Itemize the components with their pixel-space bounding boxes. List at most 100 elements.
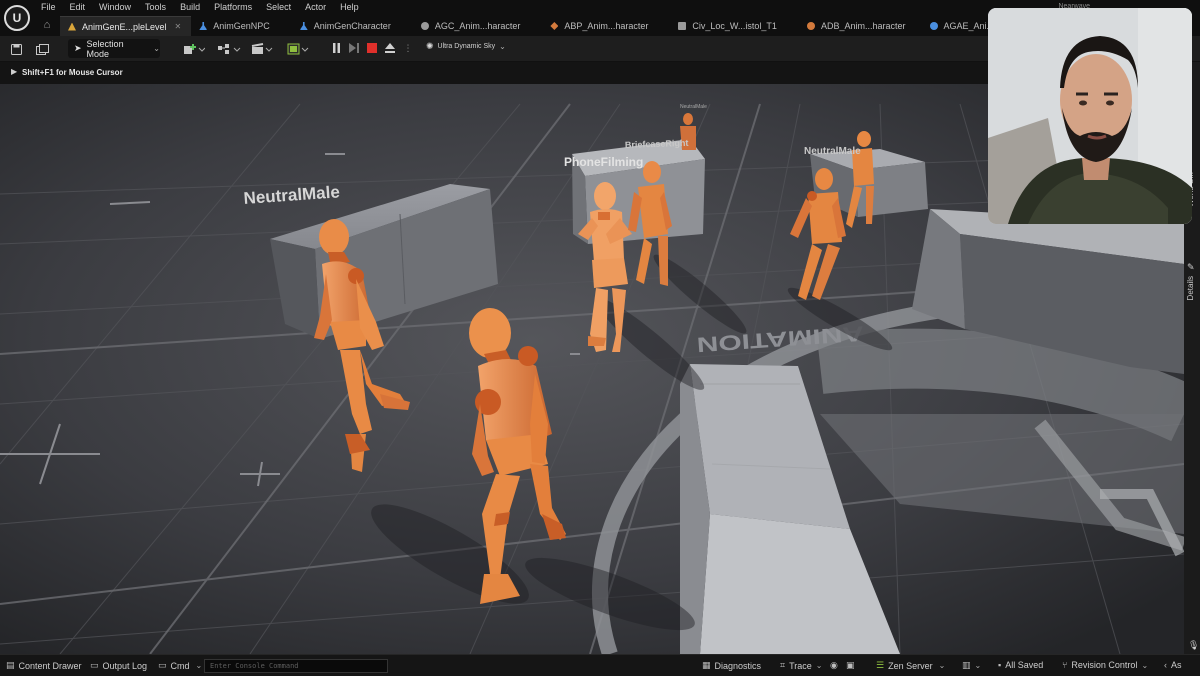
- expand-arrow-icon[interactable]: ▶: [11, 67, 17, 76]
- chevron-down-icon: ⌄: [499, 42, 506, 51]
- all-saved-button[interactable]: ▪ All Saved: [998, 660, 1043, 670]
- tab-label: AnimGenE...pleLevel: [82, 21, 167, 32]
- pencil-icon[interactable]: ✎: [1187, 262, 1195, 273]
- mode-label: Selection Mode: [86, 38, 124, 59]
- ultra-dynamic-sky-button[interactable]: ✺ Ultra Dynamic Sky ⌄: [426, 41, 506, 52]
- revision-control-label: Revision Control: [1071, 660, 1138, 670]
- tab-details[interactable]: Details: [1186, 276, 1195, 300]
- console-input[interactable]: [204, 659, 388, 673]
- tab-level[interactable]: AnimGenE...pleLevel ✕: [60, 16, 192, 36]
- add-actor-icon[interactable]: [182, 40, 206, 58]
- tab-animgen-npc[interactable]: AnimGenNPC: [191, 16, 280, 36]
- revision-control-dropdown[interactable]: ⑂ Revision Control ⌄: [1062, 660, 1148, 670]
- sun-icon: ✺: [426, 41, 434, 51]
- tab-label: ADB_Anim...haracter: [820, 21, 906, 31]
- tab-agc-anim[interactable]: AGC_Anim...haracter: [413, 16, 531, 36]
- revision-control-icon: ⑂: [1062, 660, 1068, 670]
- blueprint-icon: [299, 22, 308, 30]
- drawer-icon: ▤: [6, 660, 15, 670]
- document-tabs: ⌂ AnimGenE...pleLevel ✕ AnimGenNPC AnimG…: [34, 14, 1044, 36]
- animation-icon: [678, 22, 687, 30]
- webcam-feed: [988, 8, 1192, 224]
- diagnostics-button[interactable]: ▦ Diagnostics: [702, 660, 761, 671]
- selection-mode-dropdown[interactable]: ➤ Selection Mode ⌄: [68, 38, 160, 59]
- play-controls: ⋮: [328, 39, 416, 59]
- screenshot-button[interactable]: ▣: [846, 660, 859, 671]
- chevron-down-icon: ⌄: [153, 44, 160, 53]
- menu-edit[interactable]: Edit: [63, 0, 93, 14]
- home-icon[interactable]: ⌂: [34, 14, 60, 36]
- cmd-label: Cmd: [170, 660, 190, 671]
- label-neutralmale-far: NeutralMale: [680, 104, 707, 110]
- menu-file[interactable]: File: [34, 0, 63, 14]
- record-button[interactable]: ◉: [830, 660, 842, 671]
- level-icon: [68, 22, 76, 31]
- asset-icon: [420, 22, 429, 30]
- zen-icon: ☰: [876, 660, 885, 670]
- assistant-label: As: [1171, 660, 1182, 670]
- content-browser-icon[interactable]: [34, 40, 50, 58]
- tab-animgen-character[interactable]: AnimGenCharacter: [292, 16, 401, 36]
- log-icon: ▭: [90, 660, 99, 670]
- blueprint-icon: [199, 22, 208, 30]
- diagnostics-icon: ▦: [702, 660, 711, 670]
- menu-actor[interactable]: Actor: [298, 0, 333, 14]
- mouse-cursor-hint: Shift+F1 for Mouse Cursor: [22, 68, 123, 77]
- chevron-down-icon: ⌄: [815, 661, 823, 670]
- menu-window[interactable]: Window: [92, 0, 138, 14]
- unreal-logo-icon[interactable]: U: [4, 5, 30, 31]
- menu-select[interactable]: Select: [259, 0, 298, 14]
- content-drawer-button[interactable]: ▤ Content Drawer: [6, 660, 82, 671]
- cmd-dropdown[interactable]: ▭ Cmd ⌄: [158, 660, 202, 671]
- label-neutralmale-right: NeutralMale: [804, 146, 861, 157]
- terminal-icon: ▭: [158, 660, 167, 670]
- platforms-icon[interactable]: [286, 40, 310, 58]
- menu-build[interactable]: Build: [173, 0, 207, 14]
- tab-abp-anim[interactable]: ABP_Anim...haracter: [542, 16, 658, 36]
- chevron-down-icon: ⌄: [938, 661, 946, 670]
- zen-server-dropdown[interactable]: ☰ Zen Server ⌄: [876, 660, 945, 671]
- assistant-button[interactable]: ‹ As: [1164, 660, 1182, 670]
- blueprint-menu-icon[interactable]: [216, 40, 242, 58]
- sky-label: Ultra Dynamic Sky: [437, 43, 496, 50]
- output-log-button[interactable]: ▭ Output Log: [90, 660, 147, 671]
- diagnostics-label: Diagnostics: [714, 660, 762, 671]
- stats-icon: ▥: [962, 660, 971, 670]
- label-phonefilming: PhoneFilming: [564, 155, 643, 169]
- source-control-stats-button[interactable]: ▥ ⌄: [962, 660, 981, 671]
- more-options-icon[interactable]: ⋮: [400, 39, 416, 57]
- chevron-down-icon: ⌄: [974, 661, 982, 670]
- content-drawer-label: Content Drawer: [18, 660, 82, 671]
- menu-tools[interactable]: Tools: [138, 0, 173, 14]
- anim-blueprint-icon: [550, 22, 559, 30]
- output-log-label: Output Log: [102, 660, 148, 671]
- step-forward-icon[interactable]: [346, 39, 362, 57]
- asset-icon: [929, 22, 938, 30]
- trace-dropdown[interactable]: ⌗ Trace ⌄: [780, 660, 822, 671]
- webcam-overlay: [988, 8, 1192, 224]
- tab-label: Civ_Loc_W...istol_T1: [692, 21, 777, 31]
- menu-help[interactable]: Help: [333, 0, 366, 14]
- tab-adb-anim[interactable]: ADB_Anim...haracter: [799, 16, 916, 36]
- status-bar: ▤ Content Drawer ▭ Output Log ▭ Cmd ⌄ ▦ …: [0, 654, 1200, 676]
- save-icon: ▪: [998, 660, 1002, 670]
- pause-icon[interactable]: [328, 39, 344, 57]
- tab-label: AGC_Anim...haracter: [434, 21, 521, 31]
- eject-icon[interactable]: [382, 39, 398, 57]
- chevron-down-icon: ⌄: [1141, 660, 1149, 670]
- chevron-down-icon: ⌄: [195, 661, 203, 670]
- menu-platforms[interactable]: Platforms: [207, 0, 259, 14]
- tab-label: AnimGenCharacter: [313, 21, 391, 31]
- trace-label: Trace: [789, 660, 812, 671]
- microphone-icon[interactable]: 🎙: [1188, 640, 1199, 651]
- close-icon[interactable]: ✕: [175, 22, 182, 31]
- camera-icon: ▣: [846, 660, 855, 670]
- all-saved-label: All Saved: [1005, 660, 1044, 670]
- save-icon[interactable]: [8, 40, 24, 58]
- record-icon: ◉: [830, 660, 838, 670]
- stop-icon[interactable]: [364, 39, 380, 57]
- menu-bar: File Edit Window Tools Build Platforms S…: [34, 0, 366, 14]
- cinematics-icon[interactable]: [250, 40, 274, 58]
- tab-civ-loc[interactable]: Civ_Loc_W...istol_T1: [670, 16, 787, 36]
- database-icon: [806, 22, 815, 30]
